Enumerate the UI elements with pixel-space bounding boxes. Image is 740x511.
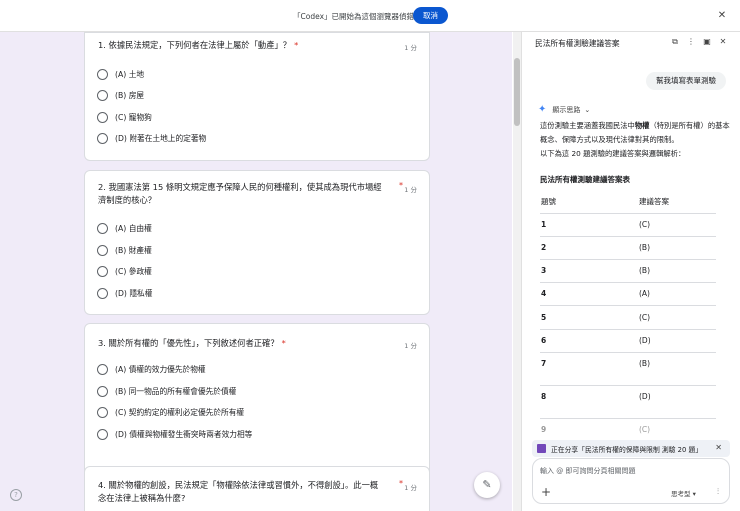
table-cell-answer: (B) [639, 243, 650, 252]
chat-input[interactable]: 輸入 @ 即可詢問分頁相關問題 + 思考型 ▾ ⫶ [532, 458, 730, 504]
table-cell-num: 9 [541, 425, 547, 434]
assistant-panel: 民法所有權測驗建議答案 ⧉ ⋮ ▣ ✕ 幫我填寫表單測驗 ✦ 顯示思路 ⌄ 這份… [521, 32, 740, 511]
response-paragraph-1: 這份測驗主要涵蓋我國民法中物權（特別是所有權）的基本概念、保障方式以及現代法律對… [540, 121, 730, 144]
table-divider [540, 329, 716, 330]
option-radio[interactable]: (A) 自由權 [97, 221, 152, 235]
form-icon [537, 444, 546, 453]
sidebar-icon[interactable]: ▣ [701, 36, 713, 48]
thinking-toggle[interactable]: ✦ 顯示思路 ⌄ [538, 104, 590, 115]
question-title: 3. 關於所有權的「優先性」，下列敘述何者正確？ * [98, 338, 286, 348]
radio-button[interactable] [97, 385, 108, 397]
table-cell-answer: (C) [639, 220, 651, 229]
sharing-text: 正在分享「民法所有權的保障與限制 測驗 20 題」 [551, 446, 703, 454]
input-placeholder: 輸入 @ 即可詢問分頁相關問題 [540, 467, 636, 475]
table-cell-answer: (B) [639, 359, 650, 368]
table-divider [540, 236, 716, 237]
help-circle-icon[interactable]: ? [10, 489, 22, 501]
option-radio[interactable]: (C) 參政權 [97, 264, 152, 278]
question-card-1: 1. 依據民法規定，下列何者在法律上屬於「動產」？ * 1 分 (A) 土地 (B… [84, 32, 430, 161]
option-radio[interactable]: (D) 債權與物權發生衝突時兩者效力相等 [97, 427, 252, 441]
panel-title: 民法所有權測驗建議答案 [535, 39, 620, 48]
table-header-num: 題號 [541, 197, 556, 206]
voice-icon[interactable]: ⫶ [712, 486, 724, 498]
sparkle-icon: ✦ [538, 104, 547, 115]
table-cell-num: 1 [541, 220, 547, 229]
table-cell-num: 4 [541, 289, 547, 298]
radio-button[interactable] [97, 68, 108, 80]
close-icon[interactable]: ✕ [715, 443, 722, 452]
table-cell-num: 7 [541, 359, 547, 368]
scroll-thumb[interactable] [514, 58, 520, 126]
pencil-icon[interactable]: ✎ [474, 472, 500, 498]
table-cell-answer: (D) [639, 336, 651, 345]
table-divider [540, 282, 716, 283]
table-divider [540, 352, 716, 353]
radio-button[interactable] [97, 265, 108, 277]
close-icon[interactable]: ✕ [714, 8, 730, 24]
more-vert-icon[interactable]: ⋮ [685, 36, 697, 48]
table-cell-num: 2 [541, 243, 547, 252]
table-divider [540, 305, 716, 306]
table-cell-num: 3 [541, 266, 547, 275]
question-card-4: 4. 關於物權的創設，民法規定「物權除依法律或習慣外，不得創設」。此一概 念在法… [84, 466, 430, 511]
radio-button[interactable] [97, 111, 108, 123]
table-divider [540, 213, 716, 214]
table-cell-answer: (D) [639, 392, 651, 401]
add-icon[interactable]: + [541, 485, 551, 499]
option-radio[interactable]: (C) 寵物狗 [97, 110, 152, 124]
question-points: 1 分 [404, 342, 417, 350]
option-radio[interactable]: (D) 隱私權 [97, 286, 152, 300]
table-cell-num: 5 [541, 313, 547, 322]
table-header-answer: 建議答案 [639, 197, 669, 206]
radio-button[interactable] [97, 287, 108, 299]
cancel-button[interactable]: 取消 [413, 7, 448, 24]
option-radio[interactable]: (D) 附著在土地上的定著物 [97, 131, 206, 145]
table-cell-num: 6 [541, 336, 547, 345]
question-points: 1 分 [404, 484, 417, 492]
question-title: 4. 關於物權的創設，民法規定「物權除依法律或習慣外，不得創設」。此一概 念在法… [98, 480, 379, 503]
option-radio[interactable]: (B) 房屋 [97, 88, 144, 102]
open-in-new-icon[interactable]: ⧉ [669, 36, 681, 48]
option-radio[interactable]: (C) 契約約定的權利必定優先於所有權 [97, 405, 244, 419]
table-divider [540, 385, 716, 386]
question-points: 1 分 [404, 186, 417, 194]
option-radio[interactable]: (B) 財產權 [97, 243, 152, 257]
debug-banner: 「Codex」已開始為這個瀏覽器偵錯 取消 ✕ [0, 0, 740, 32]
mode-selector[interactable]: 思考型 ▾ [671, 488, 696, 498]
table-cell-answer: (B) [639, 266, 650, 275]
question-points: 1 分 [404, 44, 417, 52]
table-cell-num: 8 [541, 392, 547, 401]
option-radio[interactable]: (A) 土地 [97, 67, 144, 81]
radio-button[interactable] [97, 132, 108, 144]
radio-button[interactable] [97, 244, 108, 256]
option-radio[interactable]: (A) 債權的效力優先於物權 [97, 362, 206, 376]
table-title: 民法所有權測驗建議答案表 [540, 175, 630, 184]
form-area: 1. 依據民法規定，下列何者在法律上屬於「動產」？ * 1 分 (A) 土地 (B… [0, 32, 512, 511]
form-scrollbar[interactable] [513, 32, 521, 511]
chevron-down-icon: ⌄ [584, 105, 591, 114]
radio-button[interactable] [97, 363, 108, 375]
debug-message: 「Codex」已開始為這個瀏覽器偵錯 [293, 12, 415, 21]
question-card-3: 3. 關於所有權的「優先性」，下列敘述何者正確？ * 1 分 (A) 債權的效力優… [84, 323, 430, 488]
radio-button[interactable] [97, 428, 108, 440]
radio-button[interactable] [97, 406, 108, 418]
user-message: 幫我填寫表單測驗 [646, 72, 726, 90]
table-cell-answer: (C) [639, 425, 651, 434]
close-icon[interactable]: ✕ [717, 36, 729, 48]
question-title: 2. 我國憲法第 15 條明文規定應予保障人民的何種權利，使其成為現代市場經 濟… [98, 182, 382, 205]
radio-button[interactable] [97, 89, 108, 101]
table-divider [540, 259, 716, 260]
table-divider [540, 418, 716, 419]
table-cell-answer: (A) [639, 289, 650, 298]
question-title: 1. 依據民法規定，下列何者在法律上屬於「動產」？ * [98, 40, 299, 50]
radio-button[interactable] [97, 222, 108, 234]
table-cell-answer: (C) [639, 313, 651, 322]
response-paragraph-2: 以下為這 20 題測驗的建議答案與邏輯解析： [540, 149, 686, 158]
option-radio[interactable]: (B) 同一物品的所有權會優先於債權 [97, 384, 236, 398]
sharing-banner: 正在分享「民法所有權的保障與限制 測驗 20 題」 ✕ [532, 440, 730, 457]
question-card-2: 2. 我國憲法第 15 條明文規定應予保障人民的何種權利，使其成為現代市場經 濟… [84, 170, 430, 315]
